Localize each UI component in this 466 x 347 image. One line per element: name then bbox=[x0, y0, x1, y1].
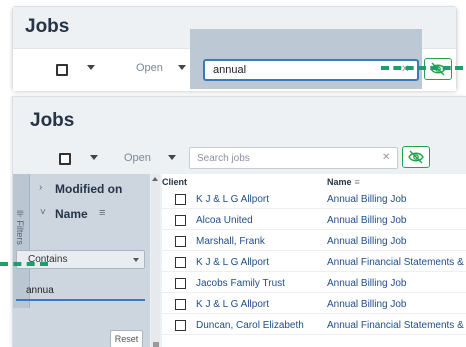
filters-tab-label: ⊪ Filters bbox=[15, 210, 25, 245]
table-row[interactable]: K J & L G Allport Annual Financial Statem… bbox=[162, 254, 466, 272]
table-row[interactable]: Alcoa United Annual Billing Job bbox=[162, 212, 466, 230]
caret-down-icon bbox=[133, 258, 139, 262]
caret-down-icon[interactable] bbox=[168, 155, 176, 160]
eye-off-icon bbox=[408, 150, 424, 164]
table-row[interactable]: Jacobs Family Trust Annual Billing Job bbox=[162, 275, 466, 293]
table-row[interactable]: K J & L G Allport Annual Billing Job bbox=[162, 191, 466, 209]
column-header-name[interactable]: Name ≡ bbox=[327, 177, 360, 187]
row-client[interactable]: K J & L G Allport bbox=[196, 299, 269, 310]
row-name[interactable]: Annual Billing Job bbox=[327, 194, 407, 205]
scroll-up-icon[interactable] bbox=[152, 177, 158, 181]
status-filter-label[interactable]: Open bbox=[136, 62, 163, 74]
row-name[interactable]: Annual Financial Statements & Tax bbox=[327, 320, 466, 331]
row-name[interactable]: Annual Billing Job bbox=[327, 278, 407, 289]
filter-modified-on[interactable]: Modified on bbox=[55, 182, 122, 196]
jobs-screen: Jobs Open ✕ ⊪ Filters › Modified on ˅ Na… bbox=[12, 96, 466, 347]
search-input[interactable] bbox=[203, 59, 419, 81]
select-all-checkbox[interactable] bbox=[59, 153, 71, 165]
row-checkbox[interactable] bbox=[175, 299, 186, 310]
sort-icon: ≡ bbox=[99, 207, 106, 219]
row-checkbox[interactable] bbox=[175, 257, 186, 268]
scrollbar[interactable] bbox=[151, 174, 160, 347]
table-row[interactable]: K J & L G Allport Annual Billing Job bbox=[162, 296, 466, 314]
chevron-right-icon[interactable]: › bbox=[39, 182, 42, 193]
select-all-checkbox[interactable] bbox=[56, 64, 68, 76]
row-name[interactable]: Annual Billing Job bbox=[327, 299, 407, 310]
search-input[interactable] bbox=[189, 147, 398, 169]
row-name[interactable]: Annual Billing Job bbox=[327, 215, 407, 226]
connector-line bbox=[381, 66, 463, 70]
table-row[interactable]: Duncan, Carol Elizabeth Annual Financial … bbox=[162, 317, 466, 335]
filter-name[interactable]: Name bbox=[55, 207, 88, 221]
clear-icon[interactable]: ✕ bbox=[382, 152, 390, 163]
chevron-down-icon[interactable]: ˅ bbox=[40, 207, 46, 218]
filters-panel: ⊪ Filters › Modified on ˅ Name ≡ Contain… bbox=[13, 174, 150, 347]
row-client[interactable]: K J & L G Allport bbox=[196, 257, 269, 268]
visibility-toggle-button[interactable] bbox=[402, 146, 430, 168]
scroll-thumb[interactable] bbox=[153, 342, 159, 347]
row-name[interactable]: Annual Financial Statements & Tax bbox=[327, 257, 466, 268]
page-title: Jobs bbox=[30, 110, 75, 131]
connector-line bbox=[0, 262, 48, 266]
table-row[interactable]: Marshall, Frank Annual Billing Job bbox=[162, 233, 466, 251]
row-client[interactable]: Duncan, Carol Elizabeth bbox=[196, 320, 304, 331]
column-header-client[interactable]: Client bbox=[162, 177, 187, 187]
status-filter-label[interactable]: Open bbox=[124, 152, 151, 164]
toolbar-callout: Jobs Open ✕ bbox=[12, 6, 457, 91]
reset-button[interactable]: Reset bbox=[110, 330, 143, 347]
jobs-table: Client Name ≡ K J & L G Allport Annual Bil… bbox=[162, 174, 466, 347]
caret-down-icon[interactable] bbox=[178, 65, 186, 70]
row-checkbox[interactable] bbox=[175, 278, 186, 289]
row-client[interactable]: K J & L G Allport bbox=[196, 194, 269, 205]
callout-page-title: Jobs bbox=[25, 16, 70, 37]
row-checkbox[interactable] bbox=[175, 215, 186, 226]
table-header: Client Name ≡ bbox=[162, 177, 466, 191]
filter-operator-select[interactable]: Contains bbox=[16, 250, 145, 269]
row-checkbox[interactable] bbox=[175, 194, 186, 205]
row-checkbox[interactable] bbox=[175, 236, 186, 247]
sort-icon: ≡ bbox=[354, 177, 360, 187]
row-name[interactable]: Annual Billing Job bbox=[327, 236, 407, 247]
row-client[interactable]: Jacobs Family Trust bbox=[196, 278, 285, 289]
column-header-name-label: Name bbox=[327, 177, 352, 187]
caret-down-icon[interactable] bbox=[90, 155, 98, 160]
row-client[interactable]: Alcoa United bbox=[196, 215, 253, 226]
row-checkbox[interactable] bbox=[175, 320, 186, 331]
row-client[interactable]: Marshall, Frank bbox=[196, 236, 265, 247]
caret-down-icon[interactable] bbox=[87, 65, 95, 70]
toolbar: Open ✕ bbox=[13, 142, 466, 172]
filter-value-input[interactable]: annua bbox=[16, 281, 145, 301]
